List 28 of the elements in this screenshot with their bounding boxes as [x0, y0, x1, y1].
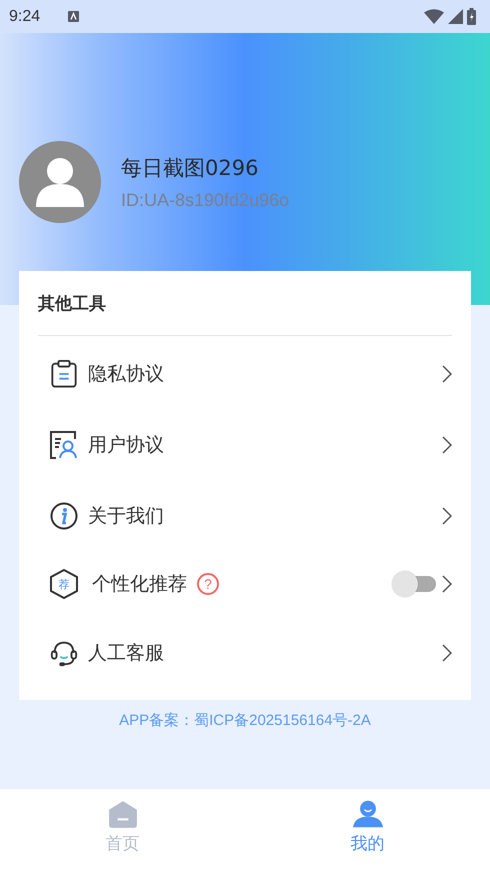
- menu-item[interactable]: 隐私协议: [88, 360, 164, 386]
- card-title: 其他工具: [38, 293, 107, 316]
- avatar-icon[interactable]: [19, 141, 101, 223]
- notification-icon: [68, 11, 80, 22]
- badge-text: 荐: [58, 576, 70, 592]
- toggle-switch[interactable]: [392, 571, 438, 597]
- info-icon: [50, 502, 78, 530]
- menu-item[interactable]: 关于我们: [88, 502, 164, 528]
- home-icon: [108, 800, 138, 828]
- user-name: 每日截图0296: [121, 154, 260, 182]
- hexagon-icon: [50, 569, 78, 599]
- battery-icon: [467, 8, 476, 25]
- menu-item[interactable]: 用户协议: [88, 432, 164, 458]
- chevron-right-icon[interactable]: [442, 575, 452, 593]
- user-id: ID:UA-8s190fd2u96o: [121, 190, 290, 210]
- signal-icon: [448, 9, 463, 24]
- status-time: 9:24: [9, 8, 40, 26]
- clipboard-icon: [50, 360, 78, 388]
- person-icon: [352, 800, 382, 828]
- menu-item[interactable]: 个性化推荐: [92, 571, 187, 597]
- icp-record-text: APP备案：蜀ICP备2025156164号-2A: [118, 711, 372, 730]
- menu-item[interactable]: 人工客服: [88, 640, 164, 666]
- wifi-icon: [424, 9, 444, 24]
- chevron-right-icon[interactable]: [442, 506, 452, 524]
- chevron-right-icon[interactable]: [442, 436, 452, 454]
- chevron-right-icon[interactable]: [442, 364, 452, 382]
- chevron-right-icon[interactable]: [442, 644, 452, 662]
- user-document-icon: [50, 430, 78, 458]
